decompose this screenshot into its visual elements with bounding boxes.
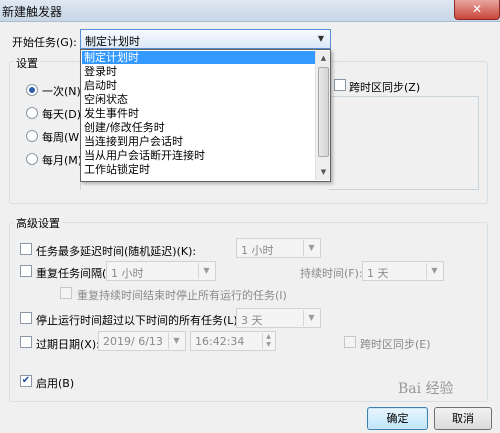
- repeat-interval-value: 1 小时: [111, 267, 144, 280]
- duration-label: 持续时间(F):: [300, 267, 363, 280]
- repeat-checkbox[interactable]: [20, 265, 32, 277]
- chevron-down-icon: ▼: [303, 240, 319, 256]
- window-title: 新建触发器: [2, 5, 63, 19]
- spin-up-icon[interactable]: ▲: [263, 333, 274, 341]
- scroll-down-icon[interactable]: ▼: [316, 165, 331, 180]
- dropdown-item[interactable]: 制定计划时: [82, 51, 315, 64]
- settings-group-label: 设置: [14, 55, 40, 71]
- expire-checkbox[interactable]: [20, 336, 32, 348]
- dropdown-item[interactable]: 创建/修改任务时: [82, 121, 315, 134]
- chevron-down-icon: ▼: [426, 263, 442, 279]
- radio-daily[interactable]: [26, 107, 38, 119]
- expire-sync-checkbox[interactable]: [344, 336, 356, 348]
- stop-longer-select[interactable]: 3 天 ▼: [236, 308, 321, 328]
- expire-sync-label: 跨时区同步(E): [360, 338, 431, 351]
- begin-task-select[interactable]: 制定计划时 ▼: [80, 29, 331, 49]
- radio-once[interactable]: [26, 84, 38, 96]
- stop-all-label: 重复持续时间结束时停止所有运行的任务(I): [77, 289, 287, 302]
- dropdown-item[interactable]: 登录时: [82, 65, 315, 78]
- stop-longer-label: 停止运行时间超过以下时间的所有任务(L):: [36, 314, 242, 327]
- stop-longer-checkbox[interactable]: [20, 312, 32, 324]
- scroll-thumb[interactable]: [318, 67, 329, 157]
- sync-timezone-label: 跨时区同步(Z): [349, 81, 421, 94]
- title-bar: 新建触发器 ✕: [0, 0, 500, 22]
- dropdown-scrollbar[interactable]: ▲ ▼: [315, 51, 330, 180]
- begin-task-dropdown: 制定计划时 登录时 启动时 空闲状态 发生事件时 创建/修改任务时 当连接到用户…: [80, 49, 331, 182]
- dropdown-item[interactable]: 工作站锁定时: [82, 163, 315, 176]
- delay-label: 任务最多延迟时间(随机延迟)(K):: [36, 245, 197, 258]
- repeat-interval-select[interactable]: 1 小时 ▼: [106, 261, 216, 281]
- close-button[interactable]: ✕: [454, 0, 500, 20]
- chevron-down-icon: ▼: [168, 333, 184, 349]
- begin-task-label: 开始任务(G):: [12, 36, 77, 49]
- duration-select[interactable]: 1 天 ▼: [362, 261, 444, 281]
- expire-date-value: 2019/ 6/13: [103, 335, 163, 348]
- new-trigger-dialog: 新建触发器 ✕ 开始任务(G): 制定计划时 ▼ 设置 一次(N) 每天(D) …: [0, 0, 500, 433]
- dropdown-item[interactable]: 空闲状态: [82, 93, 315, 106]
- enabled-label: 启用(B): [36, 377, 75, 390]
- cancel-button[interactable]: 取消: [434, 407, 492, 430]
- dropdown-item[interactable]: 当连接到用户会话时: [82, 135, 315, 148]
- delay-select[interactable]: 1 小时 ▼: [236, 238, 321, 258]
- watermark: Bai 经验: [398, 381, 454, 397]
- expire-date-picker[interactable]: 2019/ 6/13 ▼: [98, 331, 186, 351]
- expire-label: 过期日期(X):: [36, 338, 100, 351]
- radio-daily-label: 每天(D): [42, 108, 82, 121]
- duration-value: 1 天: [367, 267, 389, 280]
- advanced-group-label: 高级设置: [14, 215, 62, 231]
- radio-weekly-label: 每周(W): [42, 131, 84, 144]
- dropdown-item[interactable]: 当从用户会话断开连接时: [82, 149, 315, 162]
- ok-button[interactable]: 确定: [367, 407, 428, 430]
- spin-down-icon[interactable]: ▼: [263, 341, 274, 349]
- delay-checkbox[interactable]: [20, 243, 32, 255]
- begin-task-value: 制定计划时: [85, 35, 140, 48]
- scroll-up-icon[interactable]: ▲: [316, 51, 331, 66]
- close-icon: ✕: [471, 2, 483, 16]
- radio-monthly-label: 每月(M): [42, 154, 83, 167]
- enabled-checkbox[interactable]: ✔: [20, 375, 32, 387]
- chevron-down-icon: ▼: [303, 310, 319, 326]
- expire-time-value: 16:42:34: [195, 335, 245, 348]
- radio-once-label: 一次(N): [42, 85, 81, 98]
- chevron-down-icon: ▼: [198, 263, 214, 279]
- schedule-panel: [329, 96, 479, 190]
- stop-longer-value: 3 天: [241, 314, 263, 327]
- dropdown-item[interactable]: 启动时: [82, 79, 315, 92]
- expire-time-input[interactable]: 16:42:34 ▲ ▼: [190, 331, 276, 351]
- stop-all-checkbox[interactable]: [60, 287, 72, 299]
- time-spinner[interactable]: ▲ ▼: [262, 333, 274, 349]
- dropdown-item[interactable]: 发生事件时: [82, 107, 315, 120]
- radio-weekly[interactable]: [26, 130, 38, 142]
- chevron-down-icon: ▼: [317, 34, 325, 43]
- delay-value: 1 小时: [241, 244, 274, 257]
- radio-monthly[interactable]: [26, 153, 38, 165]
- sync-timezone-checkbox[interactable]: [334, 79, 346, 91]
